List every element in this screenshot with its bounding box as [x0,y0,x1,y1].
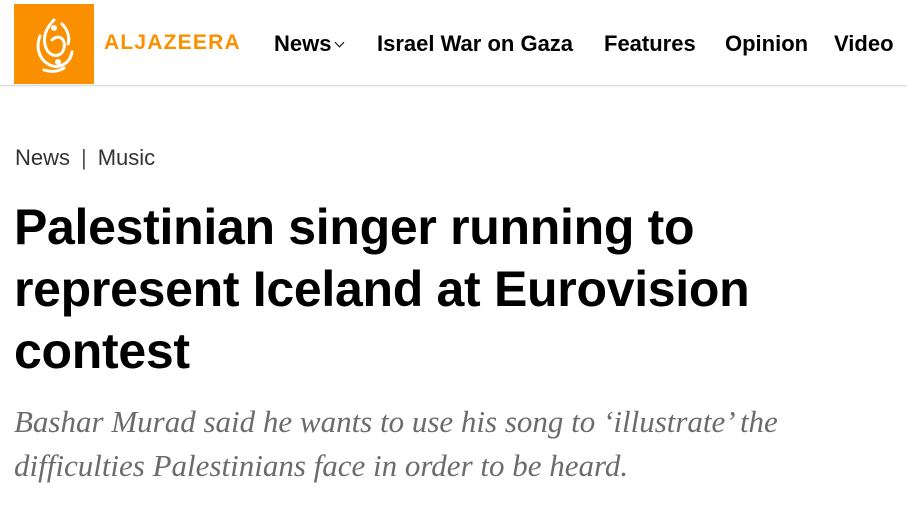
article-title: Palestinian singer running to represent … [14,199,750,379]
nav-item-news-label: News [274,31,332,56]
logo[interactable] [14,4,94,84]
breadcrumb-music[interactable]: Music [98,145,155,170]
nav-item-video[interactable]: Video [834,28,894,60]
nav-item-features[interactable]: Features [604,28,696,60]
article-subtitle: Bashar Murad said he wants to use his so… [14,404,778,483]
breadcrumb-separator: | [81,145,87,170]
breadcrumb: News | Music [15,145,155,171]
nav-item-israel-war-on-gaza[interactable]: Israel War on Gaza [377,28,573,60]
aljazeera-calligraphy-logo-icon [36,18,74,73]
brand-wordmark[interactable]: ALJAZEERA [104,31,241,55]
breadcrumb-news[interactable]: News [15,145,70,170]
nav-item-opinion[interactable]: Opinion [725,28,808,60]
chevron-down-icon [335,37,345,48]
nav-item-news[interactable]: News [274,28,345,60]
site-header: ALJAZEERA News Israel War on Gaza Featur… [0,0,907,86]
